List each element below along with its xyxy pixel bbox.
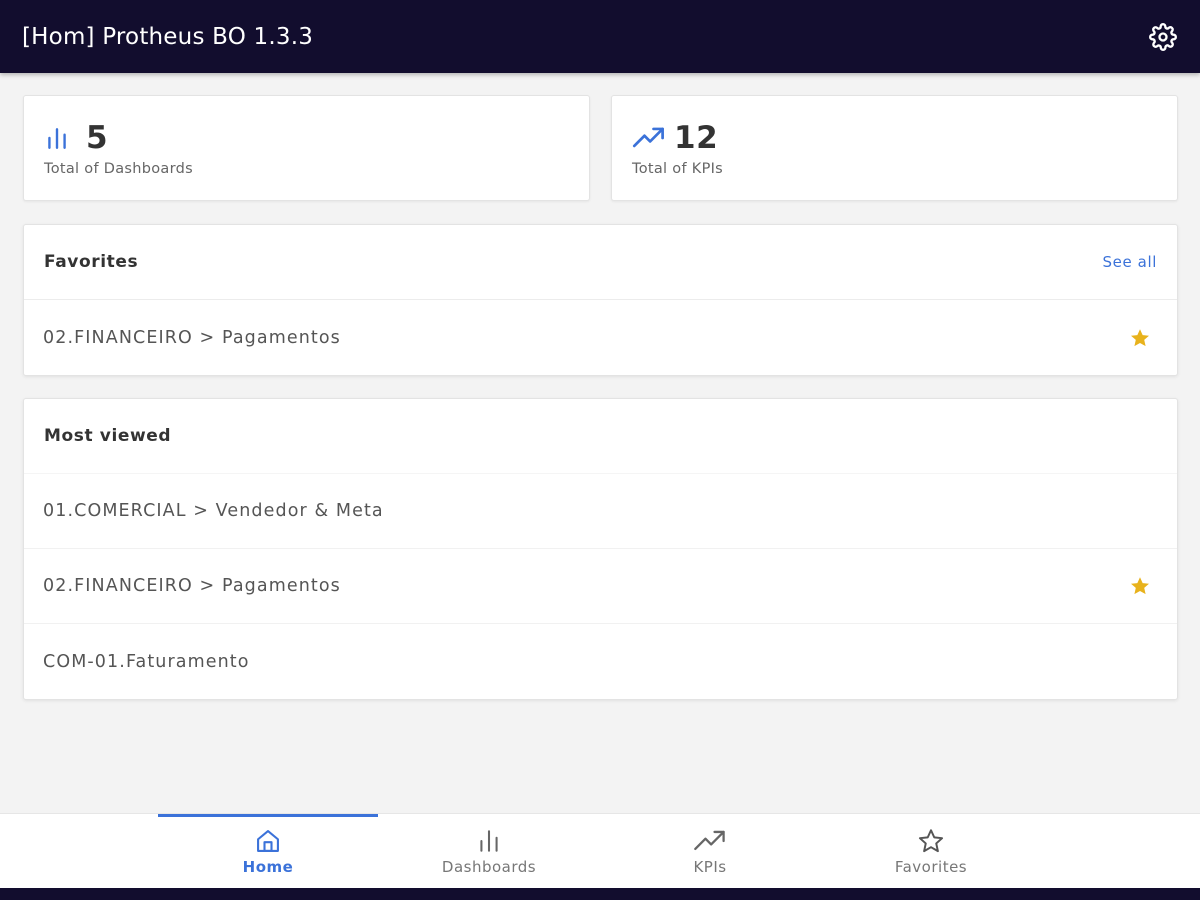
list-item-label: 01.COMERCIAL > Vendedor & Meta [43, 501, 384, 521]
stat-top: 5 [44, 120, 569, 156]
dashboards-label: Total of Dashboards [44, 161, 193, 177]
bar-chart-icon [476, 827, 502, 855]
trending-up-icon [632, 123, 666, 153]
gear-icon [1149, 22, 1177, 51]
nav-tab-home[interactable]: Home [158, 814, 378, 888]
trending-up-icon [693, 827, 727, 855]
most-viewed-header: Most viewed [24, 399, 1177, 474]
see-all-link[interactable]: See all [1103, 253, 1157, 271]
favorites-header: Favorites See all [24, 225, 1177, 300]
nav-tab-kpis[interactable]: KPIs [600, 814, 820, 888]
nav-tab-favorites[interactable]: Favorites [821, 814, 1041, 888]
star-outline-icon [917, 827, 945, 855]
settings-button[interactable] [1148, 22, 1178, 52]
home-icon [254, 827, 282, 855]
most-viewed-title: Most viewed [44, 426, 172, 446]
bottom-nav: Home Dashboards KPIs Favorites [0, 813, 1200, 888]
most-viewed-panel: Most viewed 01.COMERCIAL > Vendedor & Me… [23, 398, 1178, 700]
dashboards-count: 5 [86, 120, 109, 156]
list-item-label: 02.FINANCEIRO > Pagamentos [43, 576, 341, 596]
list-item[interactable]: COM-01.Faturamento [24, 624, 1177, 699]
nav-label: Home [242, 858, 294, 876]
app-bar: [Hom] Protheus BO 1.3.3 [0, 0, 1200, 73]
nav-label: Dashboards [441, 858, 537, 876]
nav-label: Favorites [894, 858, 968, 876]
stat-card-kpis[interactable]: 12 Total of KPIs [611, 95, 1178, 201]
stat-top: 12 [632, 120, 1157, 156]
list-item[interactable]: 02.FINANCEIRO > Pagamentos [24, 549, 1177, 624]
bar-chart-icon [44, 123, 78, 153]
favorites-title: Favorites [44, 252, 139, 272]
list-item-label: COM-01.Faturamento [43, 651, 250, 672]
list-item-label: 02.FINANCEIRO > Pagamentos [43, 327, 341, 348]
star-filled-icon[interactable] [1127, 325, 1153, 351]
kpis-label: Total of KPIs [632, 161, 724, 177]
star-filled-icon[interactable] [1127, 573, 1153, 599]
kpis-count: 12 [674, 120, 719, 156]
main-content: 5 Total of Dashboards 12 Total of KPIs F… [23, 95, 1178, 700]
app-title: [Hom] Protheus BO 1.3.3 [22, 23, 314, 50]
system-bar [0, 888, 1200, 900]
nav-label: KPIs [693, 858, 727, 876]
nav-tab-dashboards[interactable]: Dashboards [379, 814, 599, 888]
list-item[interactable]: 01.COMERCIAL > Vendedor & Meta [24, 474, 1177, 549]
favorites-panel: Favorites See all 02.FINANCEIRO > Pagame… [23, 224, 1178, 376]
list-item[interactable]: 02.FINANCEIRO > Pagamentos [24, 300, 1177, 375]
stats-row: 5 Total of Dashboards 12 Total of KPIs [23, 95, 1178, 201]
stat-card-dashboards[interactable]: 5 Total of Dashboards [23, 95, 590, 201]
